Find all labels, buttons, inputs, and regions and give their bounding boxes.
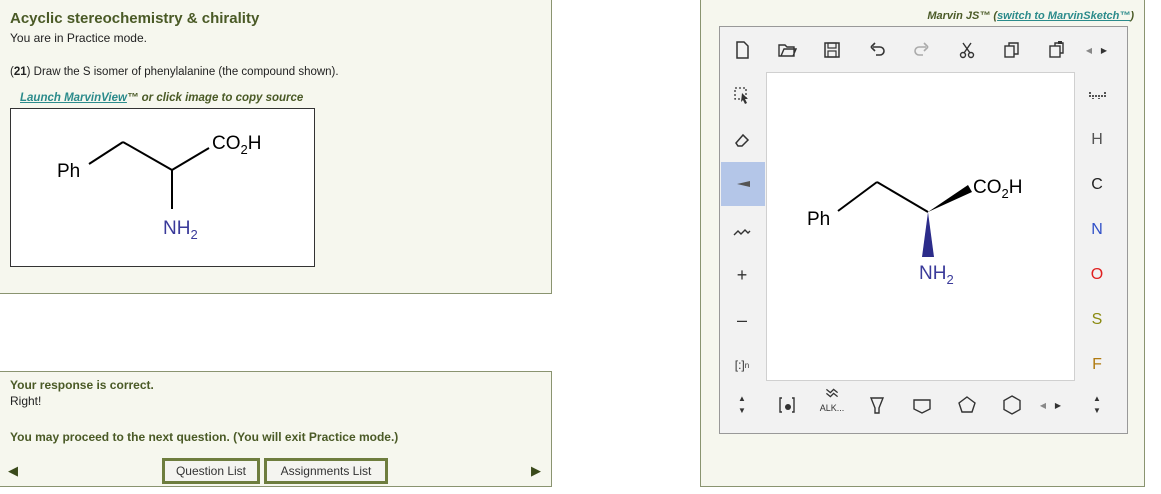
save-icon[interactable] [819,37,845,63]
marvin-editor: ◀ ▶ + – [:]n ▲▼ Ph CO2H NH2 HCNOSF ▲▼ [719,26,1128,434]
molecule-drawing: Ph CO2H NH2 [57,133,261,242]
sketch-molecule: Ph CO2H NH2 [807,177,1022,287]
element-c-button[interactable]: C [1084,172,1110,198]
question-number: 21 [13,66,27,78]
wedge-bond-icon[interactable] [721,162,765,206]
paste-icon[interactable] [1044,37,1070,63]
next-arrow-icon[interactable]: ▶ [531,463,541,479]
response-feedback: Right! [10,394,42,408]
question-text: (21) Draw the S isomer of phenylalanine … [10,66,339,78]
reaction-bracket-icon[interactable] [774,392,800,418]
element-o-button[interactable]: O [1084,262,1110,288]
element-h-button[interactable]: H [1084,127,1110,153]
copy-icon[interactable] [999,37,1025,63]
response-status: Your response is correct. [10,378,154,392]
new-document-icon[interactable] [729,37,755,63]
bottom-scroll-left-icon[interactable]: ◀ [1036,392,1050,418]
redo-icon[interactable] [909,37,935,63]
chain-icon[interactable] [729,217,755,243]
toolbar-scroll-left-icon[interactable]: ◀ [1082,37,1096,63]
launch-marvinview-link[interactable]: Launch MarvinView [20,92,127,104]
benzene-icon[interactable] [999,392,1025,418]
sgroup-icon[interactable]: [:] n [729,352,755,378]
undo-icon[interactable] [864,37,890,63]
nh2-label: NH2 [163,218,198,242]
alk-label: ALK... [819,403,845,413]
toolbar-scroll-right-icon[interactable]: ▶ [1097,37,1111,63]
selection-icon[interactable] [729,82,755,108]
element-f-button[interactable]: F [1084,352,1110,378]
right-scroll-icon[interactable]: ▲ ▼ [1084,392,1110,418]
sketch-co2h-label: CO2H [973,177,1022,201]
cyclopropane-icon[interactable] [864,392,890,418]
switch-marvinsketch-link[interactable]: switch to MarvinSketch™ [997,10,1130,22]
left-scroll-icon[interactable]: ▲ ▼ [729,392,755,418]
launch-marvinview: Launch MarvinView™ or click image to cop… [20,92,303,104]
element-s-button[interactable]: S [1084,307,1110,333]
cyclopentane-icon[interactable] [954,392,980,418]
element-n-button[interactable]: N [1084,217,1110,243]
eraser-icon[interactable] [729,127,755,153]
sketch-nh2-label: NH2 [919,263,954,287]
marvin-panel: Marvin JS™ (switch to MarvinSketch™) ◀ ▶… [700,0,1145,487]
proceed-message: You may proceed to the next question. (Y… [10,430,399,444]
response-panel: Your response is correct. Right! You may… [0,371,552,487]
marvin-title: Marvin JS™ (switch to MarvinSketch™) [927,10,1134,22]
molecule-image[interactable]: Ph CO2H NH2 [10,108,315,267]
ph-label: Ph [57,161,80,182]
drawing-canvas[interactable]: Ph CO2H NH2 [766,72,1075,381]
charge-minus-icon[interactable]: – [729,307,755,333]
charge-plus-icon[interactable]: + [729,262,755,288]
bottom-scroll-right-icon[interactable]: ▶ [1051,392,1065,418]
mode-label: You are in Practice mode. [10,31,147,45]
sketch-ph-label: Ph [807,209,830,230]
open-folder-icon[interactable] [774,37,800,63]
question-list-button[interactable]: Question List [162,458,260,484]
page-title: Acyclic stereochemistry & chirality [10,10,260,27]
co2h-label: CO2H [212,133,261,157]
previous-arrow-icon[interactable]: ◀ [8,463,18,479]
periodic-table-icon[interactable] [1084,82,1110,108]
question-body: Draw the S isomer of phenylalanine (the … [33,66,339,78]
alkane-template-icon[interactable]: ALK... [819,387,845,413]
cut-icon[interactable] [954,37,980,63]
question-panel: Acyclic stereochemistry & chirality You … [0,0,552,294]
launch-rest: ™ or click image to copy source [126,92,304,104]
cyclobutane-icon[interactable] [909,392,935,418]
assignments-list-button[interactable]: Assignments List [264,458,388,484]
